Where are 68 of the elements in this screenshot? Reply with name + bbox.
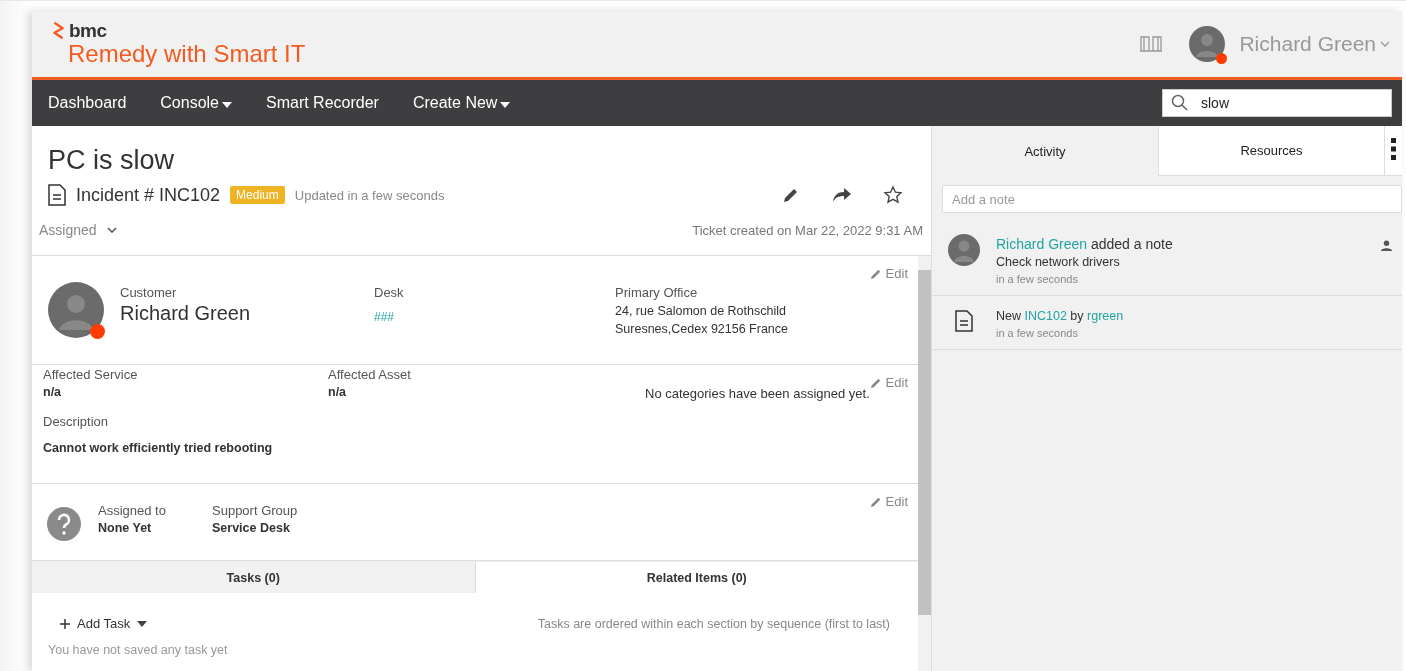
field-label: Affected Asset (328, 367, 412, 382)
field-label: Primary Office (615, 285, 699, 300)
search-icon (1171, 94, 1189, 112)
nav-item[interactable]: Create New (412, 94, 511, 112)
document-icon (48, 184, 66, 206)
field-value: None Yet (98, 521, 153, 535)
field-value: n/a (43, 385, 63, 399)
avatar-icon[interactable] (1189, 26, 1226, 62)
nav-item[interactable]: Smart Recorder (266, 94, 379, 112)
nav-item[interactable]: Dashboard (48, 94, 127, 112)
description-text: Cannot work efficiently tried rebooting (43, 441, 274, 455)
pencil-icon (869, 495, 883, 508)
customer-name: Richard Green (120, 302, 252, 325)
pencil-icon (869, 267, 883, 280)
categories-text: No categories have been assigned yet. (645, 386, 870, 401)
field-value: n/a (328, 385, 348, 399)
chevron-icon (1380, 41, 1390, 47)
updated-text: Updated in a few seconds (294, 187, 445, 203)
activity-title: New INC102 by rgreen (996, 309, 1125, 323)
note-field[interactable]: Add a note (942, 185, 1402, 213)
more-icon (1391, 138, 1396, 160)
timestamp: in a few seconds (996, 327, 1079, 339)
plus-icon (60, 618, 70, 629)
unknown-assignee-icon (47, 507, 81, 541)
note-text: Check network drivers (996, 255, 1121, 269)
tab[interactable]: Tasks (0) (32, 561, 475, 593)
ticket-title: PC is slow (48, 145, 176, 176)
chevron-icon (106, 227, 117, 233)
edit-button[interactable]: Edit (869, 375, 908, 390)
field-label: Assigned to (98, 503, 167, 518)
person-icon (1381, 240, 1392, 251)
tasks-hint: Tasks are ordered within each section by sequence (first to last) (537, 616, 890, 631)
caret-icon (500, 102, 511, 108)
more-button[interactable] (1384, 126, 1402, 176)
field-label: Support Group (212, 503, 298, 518)
field-label: Affected Service (43, 367, 139, 382)
edit-button[interactable]: Edit (869, 494, 908, 509)
pencil-icon (869, 376, 883, 389)
tab[interactable]: Related Items (0) (474, 561, 918, 593)
bmc-logo-icon (52, 21, 66, 41)
document-icon (955, 310, 973, 332)
share-icon[interactable] (831, 186, 853, 204)
priority-badge: Medium (230, 186, 285, 204)
product-name: Remedy with Smart IT (68, 40, 306, 68)
status-dropdown[interactable]: Assigned (39, 222, 117, 238)
add-task-button[interactable]: Add Task (48, 616, 148, 631)
avatar-icon (948, 234, 980, 266)
field-value: Service Desk (212, 521, 291, 535)
field-label: Description (43, 414, 110, 429)
field-label: Customer (120, 285, 178, 300)
avatar-icon (48, 282, 104, 338)
address-line: Suresnes,Cedex 92156 France (615, 322, 789, 336)
nav-item[interactable]: Console (160, 94, 232, 112)
field-label: Desk (374, 285, 405, 300)
timestamp: in a few seconds (996, 273, 1079, 285)
scrollbar[interactable] (918, 256, 931, 671)
edit-button[interactable]: Edit (869, 266, 908, 281)
created-date: Ticket created on Mar 22, 2022 9:31 AM (692, 222, 923, 238)
activity-title: Richard Green added a note (996, 236, 1174, 252)
search-field[interactable]: slow (1162, 89, 1392, 117)
brand-name: bmc (69, 20, 107, 42)
incident-number: Incident # INC102 (76, 184, 221, 206)
caret-icon (222, 102, 232, 108)
star-icon[interactable] (883, 185, 903, 205)
empty-message: You have not saved any task yet (48, 643, 229, 657)
caret-icon (137, 620, 148, 627)
tab[interactable]: Resources (1158, 126, 1384, 176)
address-line: 24, rue Salomon de Rothschild (615, 304, 787, 318)
